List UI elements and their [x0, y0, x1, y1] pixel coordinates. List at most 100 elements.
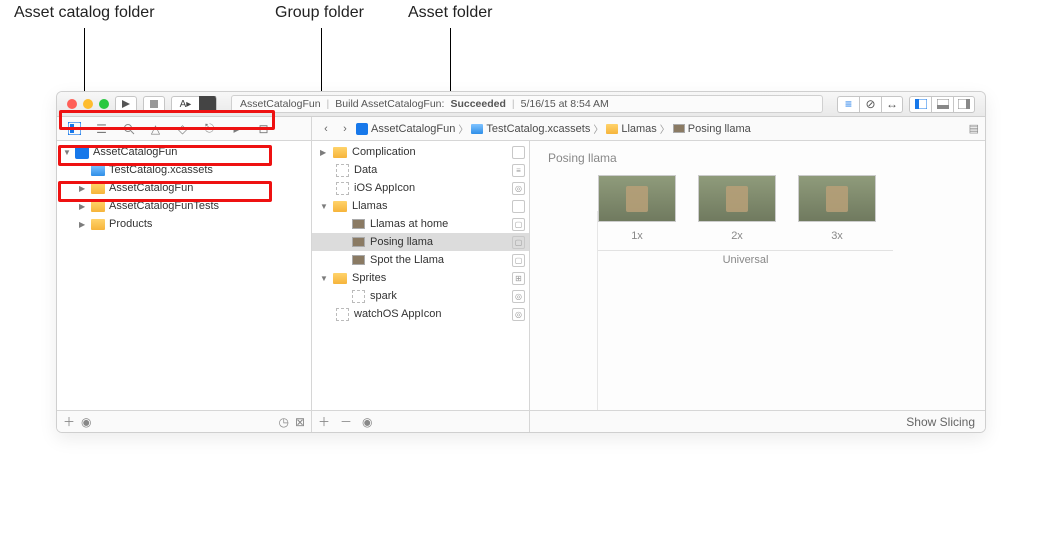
remove-button[interactable]: －: [340, 413, 352, 430]
list-item[interactable]: Llamas at home▢: [312, 215, 529, 233]
breadcrumb-group[interactable]: Llamas: [606, 123, 656, 135]
list-item[interactable]: Data≡: [312, 161, 529, 179]
canvas-left-divider: [597, 211, 598, 410]
type-glyph: ◎: [512, 182, 525, 195]
tree-item-catalog[interactable]: TestCatalog.xcassets: [57, 161, 311, 179]
disclosure-triangle[interactable]: ▼: [320, 274, 328, 283]
add-button[interactable]: ＋: [318, 413, 330, 430]
list-item-group[interactable]: ▼ Llamas: [312, 197, 529, 215]
folder-icon: [333, 147, 347, 158]
disclosure-triangle[interactable]: ▶: [79, 202, 87, 211]
disclosure-triangle[interactable]: ▶: [320, 148, 328, 157]
show-slicing-button[interactable]: Show Slicing: [906, 415, 975, 429]
list-item[interactable]: Spot the Llama▢: [312, 251, 529, 269]
back-button[interactable]: ‹: [318, 121, 334, 137]
project-navigator-tree[interactable]: ▼ AssetCatalogFun TestCatalog.xcassets ▶…: [57, 141, 311, 410]
item-label: spark: [370, 290, 397, 302]
item-label: iOS AppIcon: [354, 182, 415, 194]
disclosure-triangle[interactable]: ▶: [79, 184, 87, 193]
project-root[interactable]: ▼ AssetCatalogFun: [57, 143, 311, 161]
breadcrumb-asset[interactable]: Posing llama: [673, 123, 751, 135]
list-item[interactable]: watchOS AppIcon◎: [312, 305, 529, 323]
toggle-debug-button[interactable]: [931, 96, 953, 113]
appicon-icon: [336, 308, 349, 321]
item-label: Llamas: [352, 200, 387, 212]
image-well-3x[interactable]: 3x: [798, 175, 876, 242]
disclosure-triangle[interactable]: ▼: [63, 148, 71, 157]
callout-group-folder: Group folder: [275, 4, 364, 22]
disclosure-triangle[interactable]: ▼: [320, 202, 328, 211]
add-button[interactable]: ＋: [63, 413, 75, 430]
type-glyph: [512, 200, 525, 213]
list-item[interactable]: ▶Complication: [312, 143, 529, 161]
run-button[interactable]: [115, 96, 137, 113]
asset-outline-list[interactable]: ▶Complication Data≡ iOS AppIcon ◎ ▼ Llamas…: [312, 141, 529, 410]
tree-label: AssetCatalogFunTests: [109, 200, 219, 212]
scheme-target[interactable]: A▸: [171, 96, 199, 113]
related-items-button[interactable]: ▤: [969, 122, 979, 135]
tree-item[interactable]: ▶ AssetCatalogFun: [57, 179, 311, 197]
filter-scm-icon[interactable]: ⊠: [295, 415, 305, 429]
debug-navigator-tab[interactable]: ⎋: [196, 117, 223, 141]
report-navigator-tab[interactable]: ⊟: [250, 117, 277, 141]
image-well-1x[interactable]: 1x: [598, 175, 676, 242]
editor-footer: Show Slicing: [530, 410, 985, 432]
scheme-selector[interactable]: A▸: [171, 96, 217, 113]
image-well-2x[interactable]: 2x: [698, 175, 776, 242]
find-navigator-tab[interactable]: [115, 117, 142, 141]
list-item[interactable]: spark◎: [312, 287, 529, 305]
asset-canvas[interactable]: Posing llama 1x 2x 3x Universal: [530, 141, 985, 410]
breadcrumb-project[interactable]: AssetCatalogFun: [356, 123, 455, 135]
toggle-utilities-button[interactable]: [953, 96, 975, 113]
type-glyph: ⊞: [512, 272, 525, 285]
zoom-window-button[interactable]: [99, 99, 109, 109]
item-label: watchOS AppIcon: [354, 308, 441, 320]
crumb-label: AssetCatalogFun: [371, 123, 455, 135]
disclosure-triangle[interactable]: ▶: [79, 220, 87, 229]
breakpoint-navigator-tab[interactable]: ▸: [223, 117, 250, 141]
close-window-button[interactable]: [67, 99, 77, 109]
filter-recent-icon[interactable]: ◉: [81, 415, 91, 429]
editor-version-button[interactable]: ↔: [881, 96, 903, 113]
list-item-group[interactable]: ▼Sprites⊞: [312, 269, 529, 287]
image-icon: [352, 237, 365, 247]
project-navigator-tab[interactable]: [61, 117, 88, 141]
titlebar: A▸ AssetCatalogFun | Build AssetCatalogF…: [57, 92, 985, 117]
folder-icon: [91, 201, 105, 212]
outline-filter-bar: ＋ － ◉: [312, 410, 529, 432]
issue-navigator-tab[interactable]: △: [142, 117, 169, 141]
tree-item[interactable]: ▶ Products: [57, 215, 311, 233]
symbol-navigator-tab[interactable]: ☰: [88, 117, 115, 141]
annotation-callouts: Asset catalog folder Group folder Asset …: [0, 0, 1043, 95]
asset-outline-pane: ▶Complication Data≡ iOS AppIcon ◎ ▼ Llamas…: [312, 117, 530, 432]
separator: |: [512, 98, 515, 110]
scheme-device[interactable]: [199, 96, 217, 113]
list-item-selected[interactable]: Posing llama▢: [312, 233, 529, 251]
stop-button[interactable]: [143, 96, 165, 113]
toggle-navigator-button[interactable]: [909, 96, 931, 113]
jump-bar[interactable]: ‹ › AssetCatalogFun 〉 TestCatalog.xcasse…: [312, 117, 985, 141]
image-thumbnail: [798, 175, 876, 222]
filter-icon[interactable]: ◉: [362, 415, 372, 429]
test-navigator-tab[interactable]: ◇: [169, 117, 196, 141]
editor-standard-button[interactable]: ≡: [837, 96, 859, 113]
navigator-pane: ☰ △ ◇ ⎋ ▸ ⊟ ▼ AssetCatalogFun TestCatalo…: [57, 117, 312, 432]
image-thumbnail: [598, 175, 676, 222]
list-item[interactable]: iOS AppIcon ◎: [312, 179, 529, 197]
activity-status-bar: AssetCatalogFun | Build AssetCatalogFun:…: [231, 95, 823, 113]
tree-item[interactable]: ▶ AssetCatalogFunTests: [57, 197, 311, 215]
breadcrumb-catalog[interactable]: TestCatalog.xcassets: [471, 123, 590, 135]
asset-editor-pane: Posing llama 1x 2x 3x Universal Show Sli…: [530, 117, 985, 432]
callout-asset-catalog: Asset catalog folder: [14, 4, 155, 22]
crumb-label: TestCatalog.xcassets: [486, 123, 590, 135]
well-label: 3x: [831, 230, 843, 242]
image-icon: [352, 255, 365, 265]
type-glyph: [512, 146, 525, 159]
filter-clock-icon[interactable]: ◷: [278, 415, 288, 429]
editor-assistant-button[interactable]: ⊘: [859, 96, 881, 113]
project-icon: [75, 145, 89, 159]
minimize-window-button[interactable]: [83, 99, 93, 109]
navigator-filter-bar: ＋ ◉ ◷ ⊠: [57, 410, 311, 432]
forward-button[interactable]: ›: [337, 121, 353, 137]
well-label: 1x: [631, 230, 643, 242]
